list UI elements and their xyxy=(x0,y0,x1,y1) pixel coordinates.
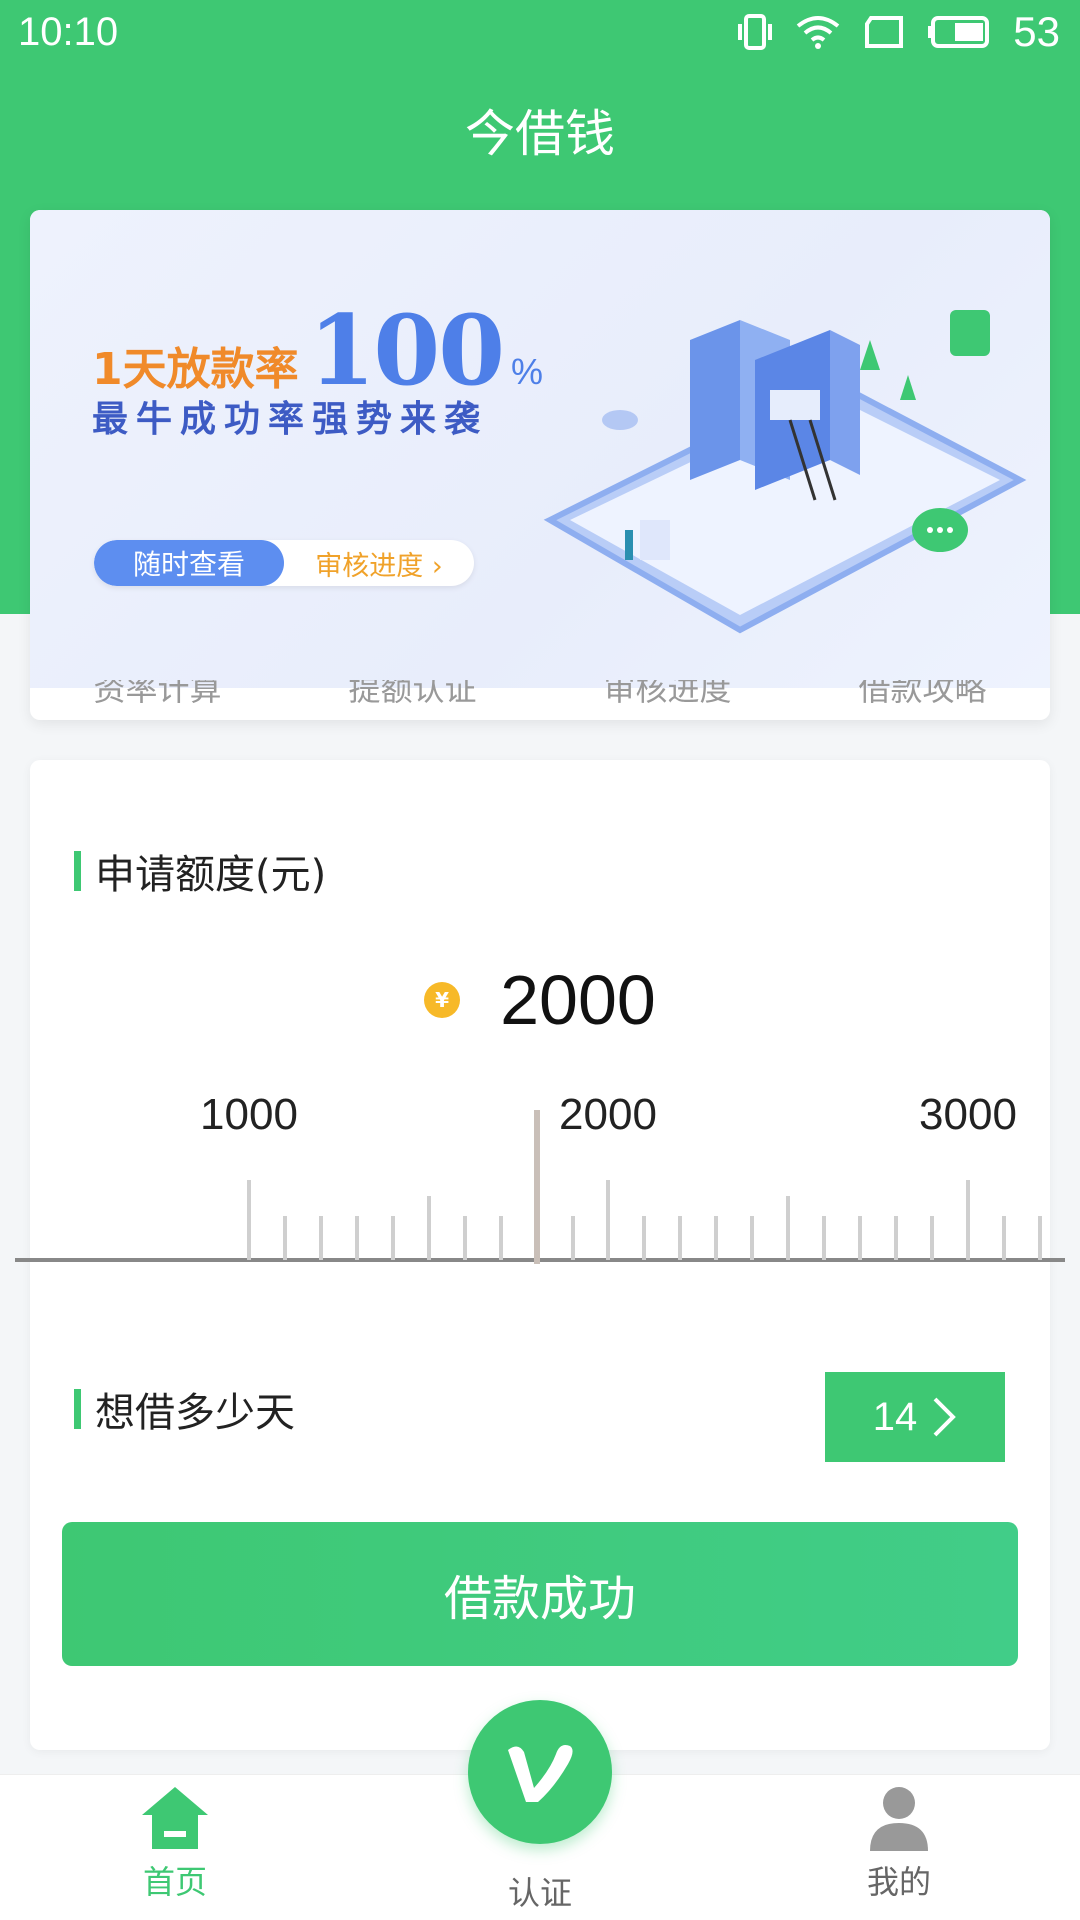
vibrate-icon xyxy=(738,14,773,50)
banner-subtitle: 最牛成功率强势来袭 xyxy=(92,399,489,440)
menu-item-progress[interactable]: 审核进度 xyxy=(603,680,731,708)
coin-icon: ¥ xyxy=(424,982,461,1018)
amount-ruler-slider[interactable]: 1000 2000 3000 xyxy=(15,1090,1065,1270)
amount-value: 2000 xyxy=(500,961,656,1039)
pill-view-anytime: 随时查看 xyxy=(94,540,284,586)
wifi-icon xyxy=(797,16,840,49)
days-value: 14 xyxy=(872,1394,918,1439)
home-icon xyxy=(142,1787,208,1849)
banner-prefix: 1天放款率 xyxy=(92,344,299,395)
amount-section-title: 申请额度(元) xyxy=(74,842,326,900)
status-bar: 10:10 53 xyxy=(0,0,1080,70)
submit-loan-button[interactable]: 借款成功 xyxy=(62,1522,1018,1666)
loan-form-card: 申请额度(元) ¥ 2000 1000 2000 3000 想借多少天 14 借… xyxy=(15,760,1065,1750)
tab-verify[interactable] xyxy=(468,1700,612,1844)
menu-item-rate[interactable]: 资率计算 xyxy=(93,680,221,708)
pill-review-progress: 审核进度 › xyxy=(315,550,443,582)
ruler-ticks xyxy=(15,1110,1065,1264)
days-section-title: 想借多少天 xyxy=(74,1380,295,1438)
status-time: 10:10 xyxy=(18,10,119,54)
amount-display: ¥ 2000 xyxy=(30,960,1050,1040)
banner-card: 1天放款率 100 % 最牛成功率强势来袭 随时查看 审核进度 › 资率计算 提… xyxy=(30,210,1050,720)
tab-verify-label: 认证 xyxy=(507,1874,572,1912)
promo-banner[interactable]: 1天放款率 100 % 最牛成功率强势来袭 随时查看 审核进度 › xyxy=(30,210,1050,688)
status-icons: 53 xyxy=(737,8,1060,56)
menu-item-guide[interactable]: 借款攻略 xyxy=(858,680,986,708)
section-accent-bar xyxy=(74,851,81,891)
page-title: 今借钱 xyxy=(465,105,615,163)
days-title-label: 想借多少天 xyxy=(95,1390,295,1436)
section-accent-bar xyxy=(74,1389,81,1429)
chevron-right-icon xyxy=(933,1397,957,1437)
amount-title-label: 申请额度(元) xyxy=(95,852,327,898)
user-icon xyxy=(870,1787,928,1851)
phone-illustration xyxy=(543,310,1027,634)
menu-item-limit[interactable]: 提额认证 xyxy=(348,680,476,708)
quick-menu: 资率计算 提额认证 审核进度 借款攻略 xyxy=(30,680,1050,720)
days-selector-button[interactable]: 14 xyxy=(825,1372,1005,1462)
battery-level: 53 xyxy=(1013,8,1060,55)
battery-icon xyxy=(928,16,990,48)
verify-v-icon xyxy=(508,1745,573,1802)
sim-icon xyxy=(865,16,904,48)
banner-progress-pill[interactable]: 随时查看 审核进度 › xyxy=(94,540,474,586)
